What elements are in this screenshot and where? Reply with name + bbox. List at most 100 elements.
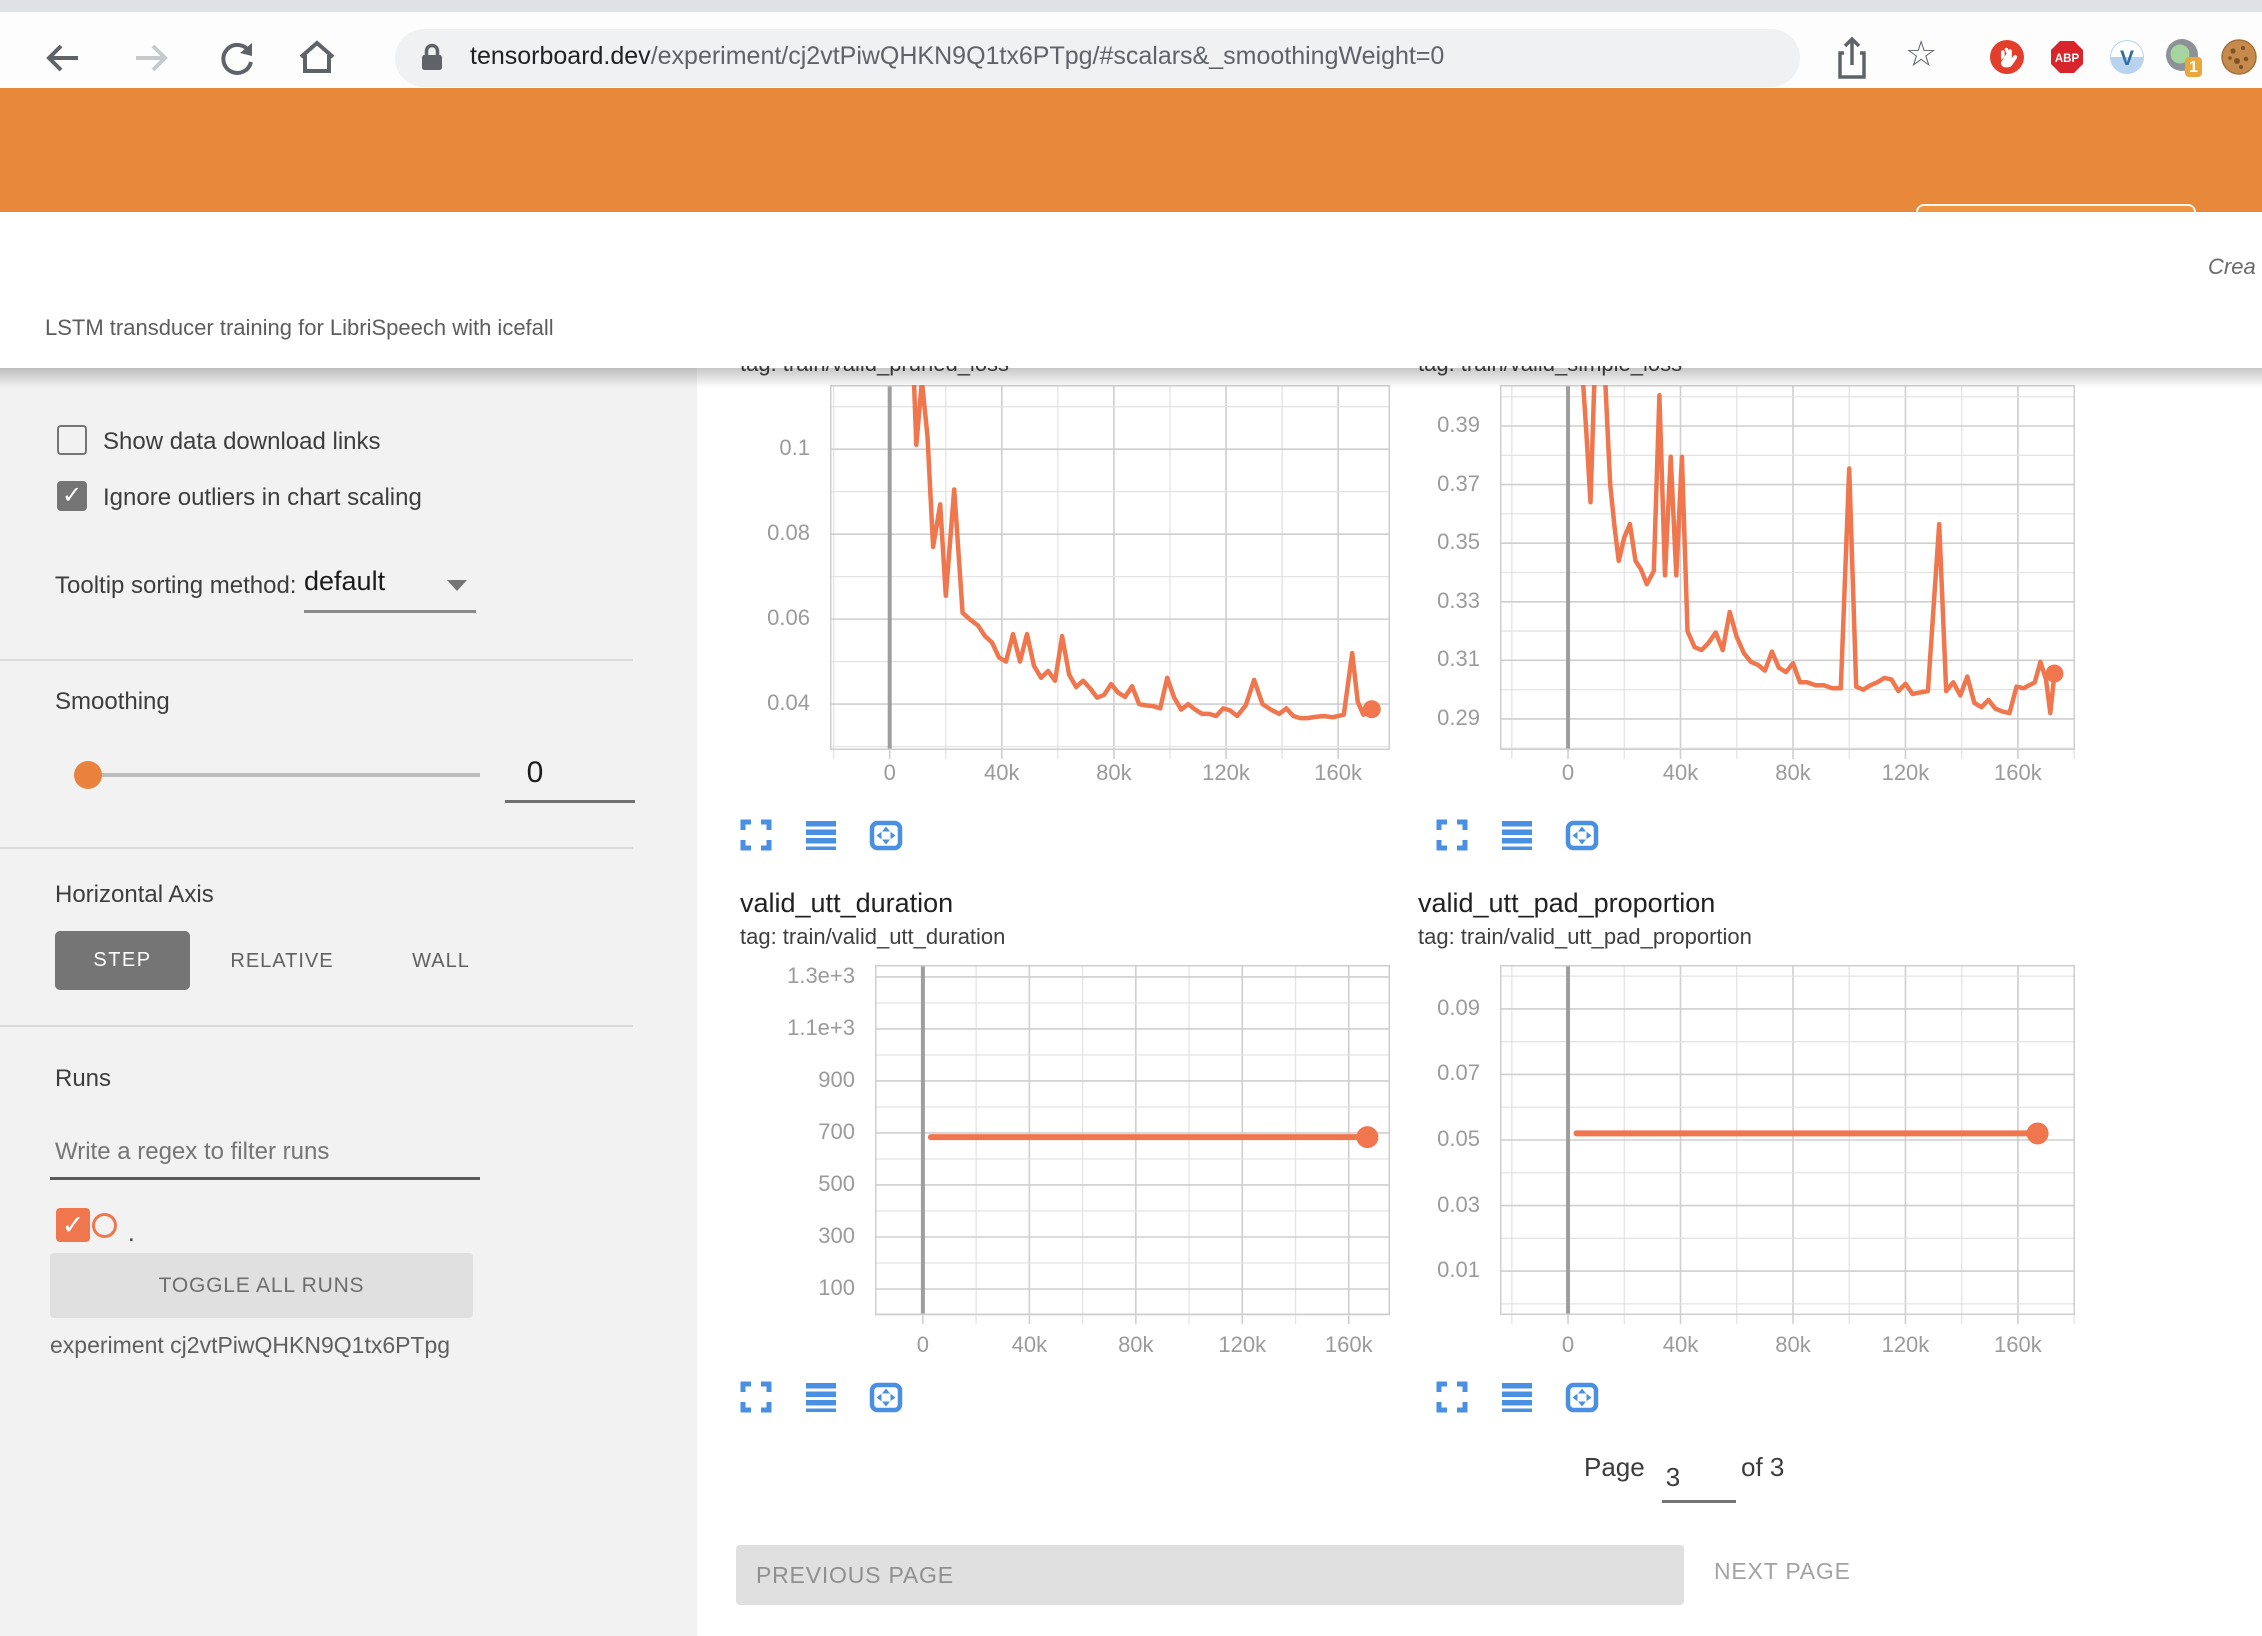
smoothing-value-underline — [505, 800, 635, 803]
chart-plot[interactable] — [1500, 385, 2075, 762]
y-axis-tick-label: 0.07 — [1300, 1060, 1480, 1086]
x-axis-tick-label: 120k — [1166, 760, 1286, 786]
settings-sidebar: Show data download links ✓ Ignore outlie… — [0, 368, 697, 1636]
clipped-chart-tag: tag: train/valid_pruned_loss — [740, 366, 1200, 380]
axis-step-button[interactable]: STEP — [55, 931, 190, 990]
x-axis-tick-label: 0 — [1508, 760, 1628, 786]
lock-icon — [417, 41, 447, 80]
experiment-id-label: experiment cj2vtPiwQHKN9Q1tx6PTpg — [50, 1332, 450, 1359]
x-axis-tick-label: 120k — [1845, 1332, 1965, 1358]
abp-extension-icon[interactable]: ABP — [2048, 38, 2086, 76]
url-path: /experiment/cj2vtPiwQHKN9Q1tx6PTpg/#scal… — [651, 42, 1445, 70]
ignore-outliers-label: Ignore outliers in chart scaling — [103, 484, 422, 512]
fullscreen-icon[interactable] — [739, 1380, 773, 1414]
runs-regex-input[interactable]: Write a regex to filter runs — [55, 1138, 329, 1166]
run-color-swatch[interactable] — [92, 1213, 117, 1238]
fullscreen-icon[interactable] — [739, 818, 773, 852]
previous-page-button[interactable]: PREVIOUS PAGE — [736, 1545, 1684, 1605]
fullscreen-icon[interactable] — [1435, 818, 1469, 852]
y-axis-tick-label: 0.33 — [1300, 588, 1480, 614]
y-axis-tick-label: 0.29 — [1300, 705, 1480, 731]
toggle-all-runs-button[interactable]: TOGGLE ALL RUNS — [50, 1253, 473, 1318]
x-axis-tick-label: 80k — [1076, 1332, 1196, 1358]
reload-icon[interactable] — [214, 35, 260, 81]
regex-input-underline — [50, 1177, 480, 1180]
y-axis-tick-label: 0.1 — [630, 435, 810, 461]
tensorboard-header: TensorBoard.dev SCALARS GRAPHS HISTOGRAM… — [0, 88, 2262, 212]
url-text[interactable]: tensorboard.dev/experiment/cj2vtPiwQHKN9… — [470, 42, 1444, 71]
y-axis-tick-label: 0.39 — [1300, 412, 1480, 438]
x-axis-tick-label: 0 — [863, 1332, 983, 1358]
y-axis-tick-label: 0.09 — [1300, 995, 1480, 1021]
smoothing-slider-thumb[interactable] — [74, 761, 102, 789]
divider — [0, 847, 633, 849]
fit-icon[interactable] — [1565, 1380, 1599, 1414]
chevron-down-icon[interactable] — [447, 580, 467, 591]
fit-icon[interactable] — [869, 1380, 903, 1414]
next-page-button[interactable]: NEXT PAGE — [1714, 1558, 1851, 1585]
runs-icon[interactable] — [1500, 818, 1534, 852]
x-axis-tick-label: 0 — [830, 760, 950, 786]
y-axis-tick-label: 500 — [675, 1171, 855, 1197]
axis-relative-button[interactable]: RELATIVE — [230, 950, 334, 973]
experiment-header: Crea LSTM transducer training for LibriS… — [0, 212, 2262, 368]
vimium-extension-icon[interactable]: V — [2108, 38, 2146, 76]
experiment-description: LSTM transducer training for LibriSpeech… — [45, 315, 554, 341]
y-axis-tick-label: 0.08 — [630, 520, 810, 546]
bookmark-star-icon[interactable]: ☆ — [1905, 34, 1937, 75]
fit-icon[interactable] — [1565, 818, 1599, 852]
y-axis-tick-label: 0.31 — [1300, 646, 1480, 672]
svg-text:1: 1 — [2189, 59, 2198, 76]
horizontal-axis-label: Horizontal Axis — [55, 881, 214, 909]
page-number-input[interactable]: 3 — [1655, 1462, 1691, 1493]
fullscreen-icon[interactable] — [1435, 1380, 1469, 1414]
y-axis-tick-label: 300 — [675, 1223, 855, 1249]
y-axis-tick-label: 100 — [675, 1275, 855, 1301]
y-axis-tick-label: 0.01 — [1300, 1257, 1480, 1283]
divider — [0, 659, 633, 661]
x-axis-tick-label: 120k — [1845, 760, 1965, 786]
window-top-strip — [0, 0, 2262, 12]
svg-text:V: V — [2120, 47, 2134, 70]
runs-icon[interactable] — [804, 1380, 838, 1414]
page-of-label: of 3 — [1741, 1452, 1784, 1483]
axis-wall-button[interactable]: WALL — [406, 950, 476, 973]
run-checkbox[interactable]: ✓ — [56, 1208, 90, 1242]
tooltip-sorting-label: Tooltip sorting method: — [55, 572, 296, 600]
chart-tag-valid-utt-duration: tag: train/valid_utt_duration — [740, 924, 1005, 950]
x-axis-tick-label: 40k — [1621, 1332, 1741, 1358]
x-axis-tick-label: 80k — [1054, 760, 1174, 786]
tooltip-select-underline — [304, 610, 476, 613]
chart-title-valid-utt-pad-proportion: valid_utt_pad_proportion — [1418, 888, 1715, 919]
smoothing-slider-track[interactable] — [98, 773, 480, 777]
fit-icon[interactable] — [869, 818, 903, 852]
cookie-extension-icon[interactable] — [2220, 38, 2258, 76]
y-axis-tick-label: 0.04 — [630, 690, 810, 716]
x-axis-tick-label: 160k — [1289, 1332, 1409, 1358]
home-icon[interactable] — [294, 35, 340, 81]
status-extension-icon[interactable]: 1 — [2164, 38, 2202, 76]
chart-plot[interactable] — [1500, 965, 2075, 1327]
y-axis-tick-label: 0.03 — [1300, 1192, 1480, 1218]
browser-toolbar: tensorboard.dev/experiment/cj2vtPiwQHKN9… — [0, 12, 2262, 88]
x-axis-tick-label: 160k — [1278, 760, 1398, 786]
tensorboard-window: tensorboard.dev/experiment/cj2vtPiwQHKN9… — [0, 0, 2262, 1636]
x-axis-tick-label: 120k — [1182, 1332, 1302, 1358]
show-download-label: Show data download links — [103, 428, 381, 456]
forward-icon[interactable] — [128, 35, 174, 81]
smoothing-value-input[interactable]: 0 — [505, 756, 565, 790]
y-axis-tick-label: 900 — [675, 1067, 855, 1093]
blocker-extension-icon[interactable] — [1988, 38, 2026, 76]
tooltip-sorting-select[interactable]: default — [304, 566, 385, 597]
back-icon[interactable] — [40, 35, 86, 81]
y-axis-tick-label: 1.1e+3 — [675, 1015, 855, 1041]
svg-text:ABP: ABP — [2055, 53, 2080, 65]
chart-tag-valid-utt-pad-proportion: tag: train/valid_utt_pad_proportion — [1418, 924, 1752, 950]
runs-icon[interactable] — [804, 818, 838, 852]
x-axis-tick-label: 40k — [1621, 760, 1741, 786]
share-icon[interactable] — [1832, 35, 1872, 86]
y-axis-tick-label: 700 — [675, 1119, 855, 1145]
show-download-checkbox[interactable] — [57, 425, 87, 455]
runs-icon[interactable] — [1500, 1380, 1534, 1414]
ignore-outliers-checkbox[interactable]: ✓ — [57, 481, 87, 511]
